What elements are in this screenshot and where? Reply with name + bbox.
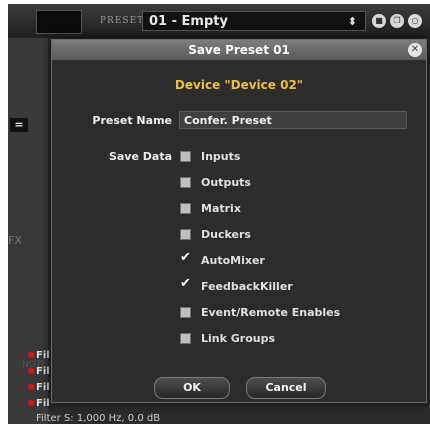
top-toolbar: PRESET 01 - Empty ⬍ ■ ❐ ○ (8, 4, 430, 38)
option-label: AutoMixer (201, 254, 265, 267)
checkbox[interactable] (180, 203, 191, 214)
preset-name-label: Preset Name (92, 114, 172, 127)
save-icon[interactable]: ■ (372, 14, 386, 28)
preset-select[interactable]: 01 - Empty ⬍ (142, 11, 366, 31)
checkbox[interactable] (180, 333, 191, 344)
option-label: Link Groups (201, 332, 276, 345)
option-label: Outputs (201, 176, 251, 189)
copy-icon[interactable]: ❐ (390, 14, 404, 28)
save-preset-dialog: Save Preset 01 ✕ Device "Device 02" Pres… (51, 39, 427, 403)
fx-label: FX (8, 234, 22, 247)
red-dot-icon (28, 368, 34, 374)
left-tag: = (10, 118, 28, 132)
dialog-title: Save Preset 01 (188, 43, 290, 57)
red-dot-icon (28, 384, 34, 390)
checkmark-icon[interactable]: ✔ (180, 250, 191, 265)
delete-icon[interactable]: ○ (408, 14, 422, 28)
checkbox[interactable] (180, 307, 191, 318)
checkbox[interactable] (180, 177, 191, 188)
ok-button[interactable]: OK (154, 377, 230, 399)
checkbox[interactable] (180, 229, 191, 240)
option-label: FeedbackKiller (201, 280, 293, 293)
option-label: Duckers (201, 228, 251, 241)
checkbox[interactable] (180, 151, 191, 162)
dialog-title-bar: Save Preset 01 ✕ (52, 40, 426, 60)
device-name: Device "Device 02" (174, 78, 304, 92)
preset-tag: PRESET (100, 16, 145, 26)
option-label: Matrix (201, 202, 241, 215)
option-label: Inputs (201, 150, 241, 163)
preset-value: 01 - Empty (149, 14, 228, 29)
option-label: Event/Remote Enables (201, 306, 341, 319)
checkmark-icon[interactable]: ✔ (180, 276, 191, 291)
save-data-label: Save Data (108, 150, 172, 163)
cancel-button[interactable]: Cancel (246, 377, 326, 399)
red-dot-icon (28, 400, 34, 406)
filter-item: Fil (28, 366, 50, 377)
filter-item: Fil (28, 350, 50, 361)
close-icon[interactable]: ✕ (408, 43, 422, 57)
red-dot-icon (28, 352, 34, 358)
display-box (36, 10, 82, 34)
select-arrow-icon: ⬍ (347, 15, 357, 28)
filter-item: Fil (28, 398, 50, 409)
filter-summary: Filter S: 1,000 Hz, 0.0 dB (36, 413, 161, 424)
preset-name-input[interactable]: Confer. Preset (179, 111, 407, 129)
filter-item: Fil (28, 382, 50, 393)
